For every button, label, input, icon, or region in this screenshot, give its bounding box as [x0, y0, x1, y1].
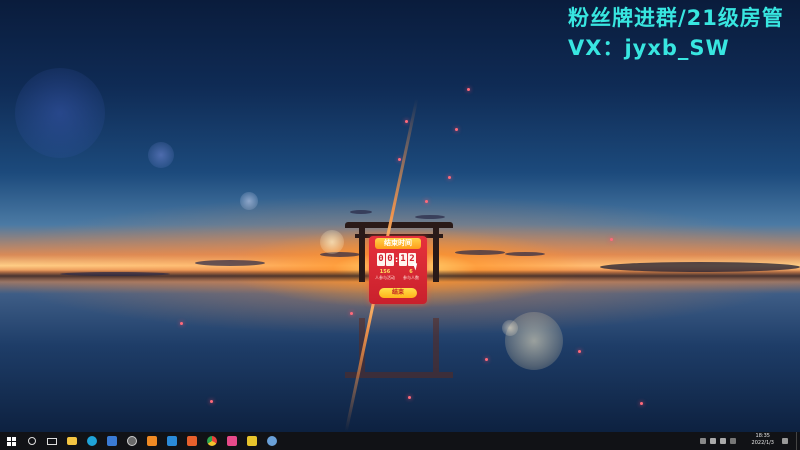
taskbar-app-red-orange[interactable]: [182, 432, 202, 450]
cloud: [60, 272, 170, 276]
taskbar-app-obs[interactable]: [122, 432, 142, 450]
particle: [485, 358, 488, 361]
cloud: [195, 260, 265, 266]
taskbar-app-orange[interactable]: [142, 432, 162, 450]
taskbar-app-file-explorer[interactable]: [62, 432, 82, 450]
stat-participation: 156 人参与活动: [373, 269, 397, 280]
overlay-wechat-id: VX：jyxb_SW: [568, 36, 730, 60]
clock-time: 18:35: [755, 433, 770, 439]
input-method-icon[interactable]: [730, 438, 736, 444]
desktop-wallpaper: [0, 0, 800, 432]
search-button[interactable]: [22, 432, 42, 450]
start-button[interactable]: [0, 432, 22, 450]
stat-label: 参与人数: [403, 275, 419, 280]
clock-date: 2022/1/3: [751, 440, 774, 446]
bokeh-light: [15, 68, 105, 158]
search-icon: [28, 437, 36, 445]
taskbar-clock[interactable]: 18:35 2022/1/3: [752, 433, 774, 447]
particle: [578, 350, 581, 353]
folder-icon: [67, 437, 77, 445]
app-orange-icon: [147, 436, 157, 446]
timer-separator: :: [395, 254, 399, 264]
particle: [455, 128, 458, 131]
particle: [398, 158, 401, 161]
edge-icon: [87, 436, 97, 446]
store-icon: [107, 436, 117, 446]
end-button[interactable]: 结束: [379, 288, 417, 298]
widget-stats: 156 人参与活动 6 参与人数: [373, 269, 423, 280]
particle: [180, 322, 183, 325]
taskbar-app-edge[interactable]: [82, 432, 102, 450]
particle: [408, 396, 411, 399]
particle: [425, 200, 428, 203]
cloud: [600, 262, 800, 272]
app-pink-icon: [227, 436, 237, 446]
gear-icon: [267, 436, 277, 446]
timer-digit: 0: [386, 252, 394, 266]
particle: [210, 400, 213, 403]
volume-icon[interactable]: [720, 438, 726, 444]
tray-expand-icon[interactable]: [700, 438, 706, 444]
cloud: [455, 250, 505, 255]
taskbar-app-pink[interactable]: [222, 432, 242, 450]
timer-digit: 0: [377, 252, 385, 266]
cloud: [505, 252, 545, 256]
countdown-widget[interactable]: 结束时间 0 0 : 1 2 156 人参与活动 6 参与人数 结束: [369, 236, 427, 304]
taskbar-app-yellow[interactable]: [242, 432, 262, 450]
taskbar: [0, 432, 800, 450]
particle: [640, 402, 643, 405]
show-desktop-button[interactable]: [796, 432, 800, 450]
stat-participants: 6 参与人数: [399, 269, 423, 280]
task-view-icon: [47, 437, 57, 445]
obs-icon: [127, 436, 137, 446]
bokeh-light: [148, 142, 174, 168]
app-yellow-icon: [247, 436, 257, 446]
taskbar-app-chrome[interactable]: [202, 432, 222, 450]
taskbar-app-settings[interactable]: [262, 432, 282, 450]
taskbar-app-blue[interactable]: [162, 432, 182, 450]
particle: [350, 312, 353, 315]
bokeh-light: [240, 192, 258, 210]
overlay-fan-badge-text: 粉丝牌进群/21级房管: [568, 6, 784, 30]
app-blue-icon: [167, 436, 177, 446]
task-view-button[interactable]: [42, 432, 62, 450]
windows-start-icon: [6, 436, 16, 446]
stat-label: 人参与活动: [375, 275, 395, 280]
network-icon[interactable]: [710, 438, 716, 444]
cloud: [350, 210, 372, 214]
cloud: [415, 215, 445, 219]
taskbar-app-store[interactable]: [102, 432, 122, 450]
chrome-icon: [207, 436, 217, 446]
bokeh-light: [320, 230, 344, 254]
timer-digit: 1: [399, 252, 407, 266]
notification-icon[interactable]: [782, 438, 788, 444]
particle: [610, 238, 613, 241]
widget-title: 结束时间: [375, 238, 421, 249]
particle: [448, 176, 451, 179]
particle: [405, 120, 408, 123]
particle: [467, 88, 470, 91]
countdown-timer: 0 0 : 1 2: [377, 252, 416, 266]
bokeh-light: [502, 320, 518, 336]
app-red-orange-icon: [187, 436, 197, 446]
